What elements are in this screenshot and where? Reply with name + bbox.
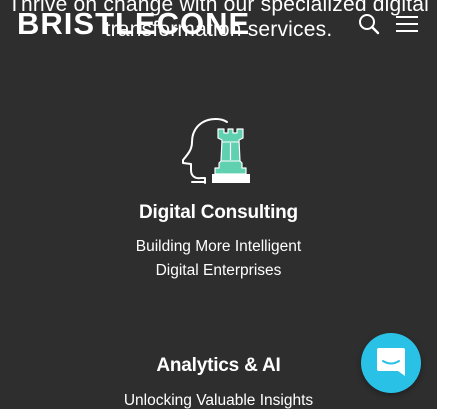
service-desc-line-1: Building More Intelligent	[135, 238, 302, 255]
menu-button[interactable]	[396, 13, 420, 35]
hamburger-menu-icon	[396, 16, 418, 32]
service-title-digital-consulting[interactable]: Digital Consulting	[0, 202, 437, 224]
chat-bubble-icon	[377, 348, 405, 376]
scrollbar-gutter	[437, 0, 454, 409]
chat-button[interactable]	[361, 333, 421, 393]
search-button[interactable]	[357, 12, 381, 36]
brand-logo[interactable]: BRISTLECONE	[17, 8, 250, 40]
search-icon	[359, 14, 380, 35]
service-desc-line-1: Unlocking Valuable Insights	[123, 392, 314, 409]
page: Thrive on change with our specialized di…	[0, 0, 437, 409]
service-desc-line-2: Digital Enterprises	[155, 262, 282, 279]
head-with-chess-rook-icon	[180, 116, 258, 186]
